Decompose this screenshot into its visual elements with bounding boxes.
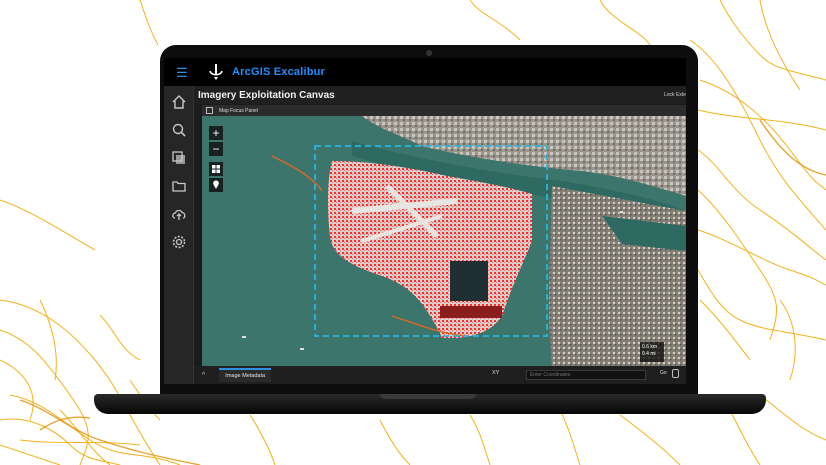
layers-icon[interactable] — [171, 150, 187, 166]
home-icon[interactable] — [171, 94, 187, 110]
canvas-title: Imagery Exploitation Canvas — [198, 89, 335, 101]
location-pin-icon[interactable] — [209, 178, 223, 192]
excalibur-sword-icon — [206, 63, 226, 81]
panel-icon[interactable] — [206, 107, 213, 114]
hamburger-icon[interactable]: ☰ — [176, 66, 196, 79]
search-icon[interactable] — [171, 122, 187, 138]
basemap-grid-icon[interactable] — [209, 162, 223, 176]
map-toolbar: + − — [209, 126, 223, 194]
coordinate-input[interactable] — [526, 370, 646, 380]
coordinate-system-select[interactable]: XY — [492, 370, 499, 376]
panel-label: Map Focus Panel — [219, 107, 258, 114]
side-nav — [164, 86, 194, 384]
zoom-out-button[interactable]: − — [209, 142, 223, 156]
satellite-imagery — [202, 116, 686, 366]
map-view[interactable]: + − 0.6 km 0.4 mi — [202, 116, 686, 366]
chevron-up-icon[interactable]: ^ — [202, 372, 205, 379]
scale-km: 0.6 km — [642, 344, 658, 350]
bottom-bar: ^ Image Metadata XY Go — [194, 366, 686, 384]
canvas-header: Imagery Exploitation Canvas Lock Extent — [194, 86, 686, 104]
gear-icon[interactable] — [171, 234, 187, 250]
folder-icon[interactable] — [171, 178, 187, 194]
pin-icon[interactable] — [672, 369, 679, 378]
scale-mi: 0.4 mi — [642, 351, 656, 357]
tab-image-metadata[interactable]: Image Metadata — [219, 368, 272, 382]
laptop-notch — [380, 394, 476, 399]
lock-extent-toggle[interactable]: Lock Extent — [664, 92, 686, 98]
app-header: ☰ ArcGIS Excalibur — [164, 58, 686, 86]
app-title: ArcGIS Excalibur — [232, 66, 326, 78]
scale-readout: 0.6 km 0.4 mi — [640, 342, 664, 362]
map-focus-panel-bar: Map Focus Panel — [202, 105, 686, 116]
app-screen: ☰ ArcGIS Excalibur Imagery Exploitation … — [164, 58, 686, 384]
go-button[interactable]: Go — [660, 370, 667, 376]
zoom-in-button[interactable]: + — [209, 126, 223, 140]
cloud-upload-icon[interactable] — [171, 206, 187, 222]
webcam — [426, 50, 432, 56]
